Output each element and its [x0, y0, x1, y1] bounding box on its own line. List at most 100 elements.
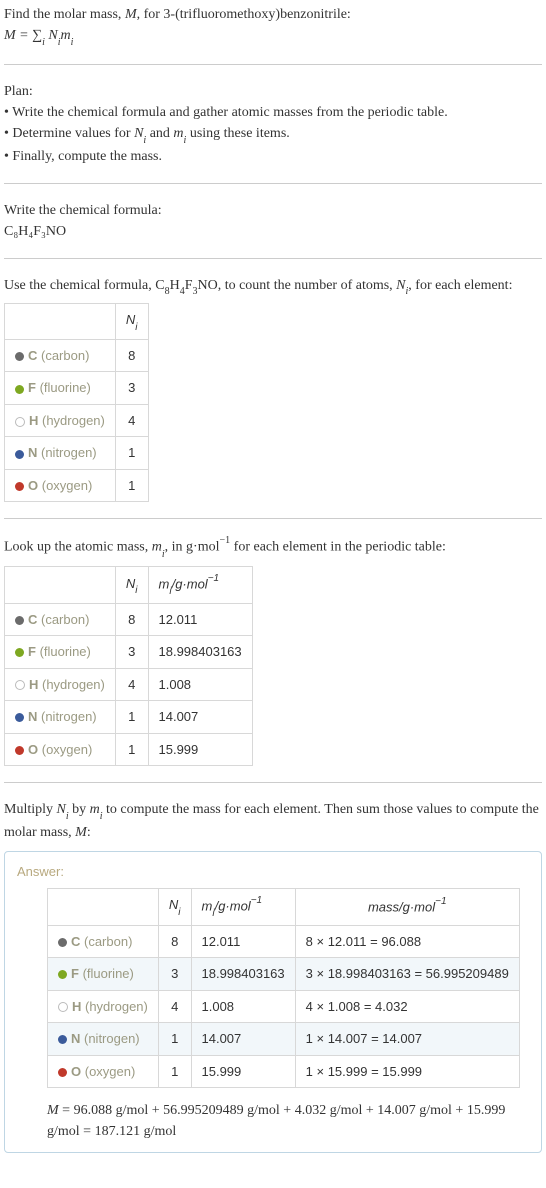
- elem-n: N (nitrogen): [5, 701, 116, 734]
- intro-section: Find the molar mass, M , for 3-(trifluoro…: [4, 4, 542, 48]
- exp: −1: [251, 895, 262, 906]
- count-section: Use the chemical formula, C8H4F3NO, to c…: [4, 275, 542, 503]
- name: (carbon): [37, 612, 89, 627]
- table-row: O (oxygen)115.9991 × 15.999 = 15.999: [48, 1055, 520, 1088]
- mh-mis: i: [162, 549, 165, 560]
- unit: /g·mol: [215, 898, 251, 913]
- name: (nitrogen): [80, 1031, 139, 1046]
- plan-b2-pre: • Determine values for: [4, 126, 134, 141]
- table-row: H (hydrogen)41.0084 × 1.008 = 4.032: [48, 990, 520, 1023]
- calc: 8 × 12.011 = 96.088: [295, 925, 519, 958]
- elem-h: H (hydrogen): [5, 404, 116, 437]
- name: (hydrogen): [38, 677, 104, 692]
- dot-oxygen-icon: [15, 482, 24, 491]
- sym: N: [71, 1031, 80, 1046]
- table-row: H (hydrogen)4: [5, 404, 149, 437]
- sym: O: [71, 1064, 81, 1079]
- ch-a: Use the chemical formula, C: [4, 278, 165, 293]
- m: 1.008: [191, 990, 295, 1023]
- eq-M: M: [4, 28, 16, 43]
- calc: 1 × 14.007 = 14.007: [295, 1023, 519, 1056]
- n: 3: [158, 958, 191, 991]
- exp: −1: [208, 573, 219, 584]
- mul-m: m: [90, 802, 100, 817]
- dot-fluorine-icon: [15, 648, 24, 657]
- mi: m: [159, 576, 170, 591]
- n: 4: [115, 404, 148, 437]
- dot-hydrogen-icon: [15, 417, 25, 427]
- col-mass: mass/g·mol−1: [295, 888, 519, 925]
- col-ni: Ni: [115, 304, 148, 340]
- divider: [4, 64, 542, 65]
- col-empty: [48, 888, 159, 925]
- n: 4: [158, 990, 191, 1023]
- mh-end: for each element in the periodic table:: [230, 540, 446, 555]
- intro-text: Find the molar mass,: [4, 7, 125, 22]
- n: 1: [158, 1023, 191, 1056]
- table-row: F (fluorine)318.9984031633 × 18.99840316…: [48, 958, 520, 991]
- unit: /g·mol: [172, 576, 208, 591]
- table-row: O (oxygen)1: [5, 469, 149, 502]
- elem-f: F (fluorine): [5, 636, 116, 669]
- massexp: −1: [435, 896, 446, 907]
- col-ni: Ni: [115, 566, 148, 603]
- col-empty: [5, 566, 116, 603]
- n: 3: [115, 372, 148, 405]
- table-row: Ni mi/g·mol−1: [5, 566, 253, 603]
- table-row: O (oxygen)115.999: [5, 733, 253, 766]
- eq-m: m: [61, 28, 71, 43]
- sym: F: [71, 966, 79, 981]
- ch-Nis: i: [406, 286, 409, 297]
- ni: N: [169, 897, 178, 912]
- elem-o: O (oxygen): [48, 1055, 159, 1088]
- mul-Ns: i: [66, 811, 69, 822]
- elem-n: N (nitrogen): [5, 437, 116, 470]
- table-row: F (fluorine)3: [5, 372, 149, 405]
- dot-fluorine-icon: [58, 970, 67, 979]
- dot-hydrogen-icon: [58, 1002, 68, 1012]
- m: 14.007: [148, 701, 252, 734]
- n: 1: [115, 469, 148, 502]
- dot-oxygen-icon: [58, 1068, 67, 1077]
- plan-bullet-2: • Determine values for Ni and mi using t…: [4, 123, 542, 146]
- table-row: F (fluorine)318.998403163: [5, 636, 253, 669]
- mass: mass/g·mol: [368, 900, 435, 915]
- mi: m: [202, 898, 213, 913]
- elem-o: O (oxygen): [5, 733, 116, 766]
- mul-d: :: [87, 825, 91, 840]
- elem-n: N (nitrogen): [48, 1023, 159, 1056]
- dot-nitrogen-icon: [15, 450, 24, 459]
- sym: F: [28, 644, 36, 659]
- eq-N-sub: i: [58, 37, 61, 48]
- n: 8: [115, 339, 148, 372]
- final-body: = 96.088 g/mol + 56.995209489 g/mol + 4.…: [47, 1103, 505, 1139]
- n: 1: [158, 1055, 191, 1088]
- eq-m-sub: i: [71, 37, 74, 48]
- count-header: Use the chemical formula, C8H4F3NO, to c…: [4, 275, 542, 298]
- calc: 1 × 15.999 = 15.999: [295, 1055, 519, 1088]
- sym: C: [28, 612, 37, 627]
- eq-N: N: [45, 28, 58, 43]
- n: 4: [115, 668, 148, 701]
- name: (carbon): [37, 348, 89, 363]
- elem-c: C (carbon): [5, 603, 116, 636]
- masses-section: Look up the atomic mass, mi, in g·mol−1 …: [4, 535, 542, 766]
- answer-box: Answer: Ni mi/g·mol−1 mass/g·mol−1 C (ca…: [4, 851, 542, 1153]
- name: (carbon): [80, 934, 132, 949]
- col-empty: [5, 304, 116, 340]
- elem-h: H (hydrogen): [48, 990, 159, 1023]
- intro-text-end: , for 3-(trifluoromethoxy)benzonitrile:: [137, 7, 351, 22]
- plan-bullet-3: • Finally, compute the mass.: [4, 146, 542, 167]
- answer-table: Ni mi/g·mol−1 mass/g·mol−1 C (carbon)812…: [47, 888, 520, 1088]
- elem-f: F (fluorine): [5, 372, 116, 405]
- table-row: C (carbon)8: [5, 339, 149, 372]
- sym: F: [28, 380, 36, 395]
- name: (oxygen): [81, 1064, 135, 1079]
- mul-ms: i: [100, 811, 103, 822]
- divider: [4, 782, 542, 783]
- mul-M: M: [75, 825, 87, 840]
- calc: 4 × 1.008 = 4.032: [295, 990, 519, 1023]
- ni: N: [126, 576, 135, 591]
- table-row: N (nitrogen)1: [5, 437, 149, 470]
- m: 14.007: [191, 1023, 295, 1056]
